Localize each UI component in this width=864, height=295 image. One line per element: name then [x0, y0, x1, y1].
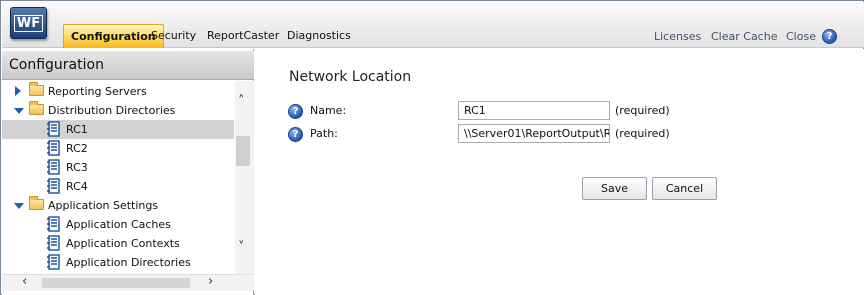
- cancel-button[interactable]: Cancel: [652, 177, 717, 200]
- tree-item-label: Distribution Directories: [48, 104, 176, 117]
- tree-item-label: Application Caches: [66, 218, 171, 231]
- tree-item-application-caches[interactable]: Application Caches: [2, 215, 234, 234]
- content-panel: Network Location ? Name: RC1 (required) …: [255, 49, 864, 295]
- clear-cache-link[interactable]: Clear Cache: [711, 30, 777, 43]
- path-required-text: (required): [615, 127, 670, 140]
- navigation-panel: Configuration Reporting Servers Distribu…: [2, 49, 254, 295]
- collapse-arrow-icon[interactable]: [14, 108, 24, 114]
- tab-security[interactable]: Security: [144, 24, 203, 48]
- name-help-icon[interactable]: ?: [288, 104, 303, 119]
- node-icon: [47, 178, 60, 194]
- name-label: Name:: [310, 104, 347, 117]
- tree-item-label: Application Contexts: [66, 237, 180, 250]
- tree-item-rc3[interactable]: RC3: [2, 158, 234, 177]
- tree-item-application-settings[interactable]: Application Settings: [2, 196, 234, 215]
- folder-icon: [29, 82, 44, 96]
- folder-open-icon: [29, 196, 44, 210]
- tree-item-label: Reporting Servers: [48, 85, 147, 98]
- node-icon: [47, 216, 60, 232]
- scroll-right-icon[interactable]: ›: [208, 275, 213, 289]
- name-field[interactable]: RC1: [458, 101, 610, 120]
- scroll-down-icon[interactable]: ˅: [238, 241, 245, 255]
- page-title: Network Location: [289, 69, 412, 85]
- help-icon[interactable]: ?: [822, 29, 837, 44]
- collapse-arrow-icon[interactable]: [14, 203, 24, 209]
- tab-reportcaster[interactable]: ReportCaster: [200, 24, 286, 48]
- tree-item-label: RC1: [66, 123, 88, 136]
- configuration-tree: Reporting Servers Distribution Directori…: [2, 81, 234, 274]
- path-label: Path:: [310, 127, 338, 140]
- tree-item-label: RC3: [66, 161, 88, 174]
- tree-item-label: Application Directories: [66, 256, 191, 269]
- tree-item-application-contexts[interactable]: Application Contexts: [2, 234, 234, 253]
- path-field[interactable]: \\Server01\ReportOutput\Rep: [458, 124, 610, 143]
- node-icon: [47, 140, 60, 156]
- tree-item-rc1[interactable]: RC1: [2, 120, 234, 139]
- webfocus-logo[interactable]: WF: [10, 7, 47, 39]
- expand-arrow-icon[interactable]: [15, 86, 21, 96]
- path-help-icon[interactable]: ?: [288, 127, 303, 142]
- node-icon: [47, 159, 60, 175]
- scroll-up-icon[interactable]: ˄: [238, 95, 245, 109]
- tree-item-rc4[interactable]: RC4: [2, 177, 234, 196]
- name-required-text: (required): [615, 104, 670, 117]
- node-icon: [47, 235, 60, 251]
- licenses-link[interactable]: Licenses: [654, 30, 701, 43]
- panel-title: Configuration: [2, 51, 254, 80]
- tree-item-label: RC2: [66, 142, 88, 155]
- scroll-left-icon[interactable]: ‹: [22, 275, 27, 289]
- tree-item-application-directories[interactable]: Application Directories: [2, 253, 234, 272]
- tree-item-label: Application Settings: [48, 199, 159, 212]
- tree-item-label: RC4: [66, 180, 88, 193]
- tree-item-rc2[interactable]: RC2: [2, 139, 234, 158]
- app-window: WF Configuration Security ReportCaster D…: [0, 0, 864, 295]
- node-icon: [47, 254, 60, 270]
- vertical-scroll-thumb[interactable]: [236, 136, 250, 166]
- horizontal-scroll-thumb[interactable]: [42, 278, 190, 288]
- tree-item-reporting-servers[interactable]: Reporting Servers: [2, 82, 234, 101]
- top-header: WF Configuration Security ReportCaster D…: [2, 2, 864, 48]
- tab-diagnostics[interactable]: Diagnostics: [280, 24, 358, 48]
- node-icon: [47, 121, 60, 137]
- close-link[interactable]: Close: [786, 30, 816, 43]
- horizontal-scrollbar[interactable]: ‹ ›: [2, 274, 254, 291]
- tree-item-distribution-directories[interactable]: Distribution Directories: [2, 101, 234, 120]
- save-button[interactable]: Save: [582, 177, 647, 200]
- vertical-scrollbar[interactable]: ˄ ˅: [235, 81, 254, 274]
- folder-open-icon: [29, 101, 44, 115]
